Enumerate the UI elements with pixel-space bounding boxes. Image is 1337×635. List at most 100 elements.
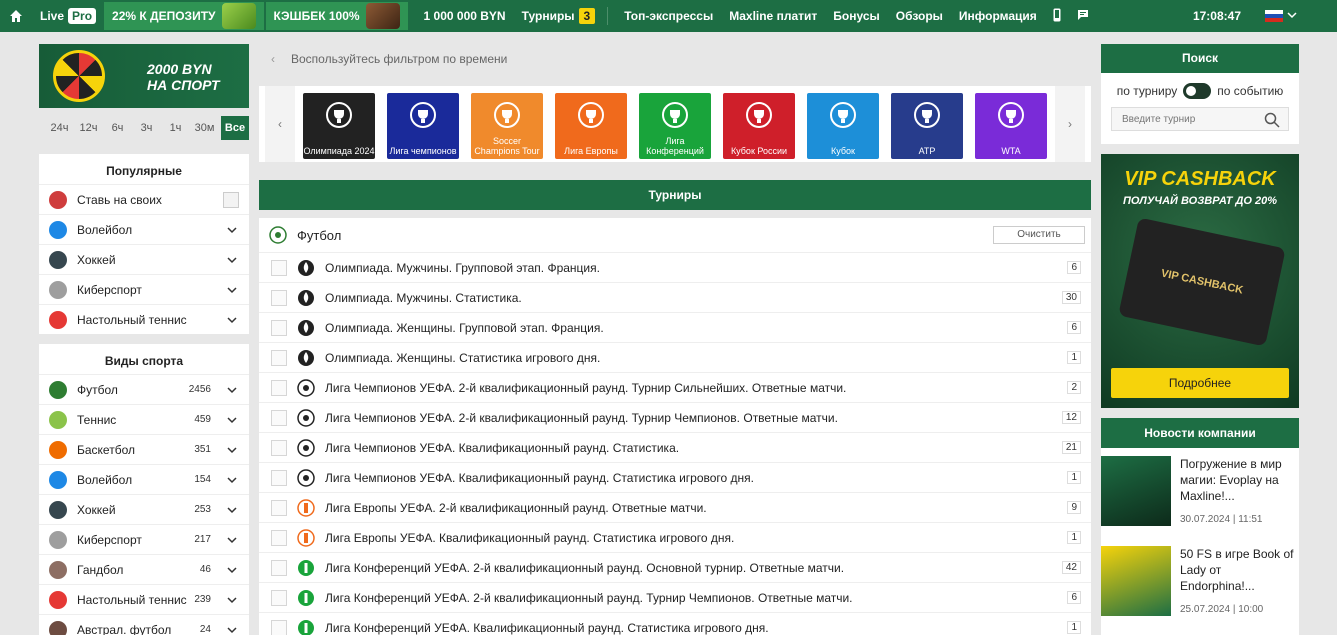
popular-item[interactable]: Ставь на своих — [39, 184, 249, 214]
tournament-row[interactable]: Лига Чемпионов УЕФА. Квалификационный ра… — [259, 462, 1091, 492]
chevron-down-icon[interactable] — [1287, 8, 1297, 22]
chevron-down-icon[interactable] — [227, 593, 237, 610]
tournament-checkbox[interactable] — [271, 499, 287, 516]
search-mode-switch[interactable] — [1183, 83, 1212, 99]
tournament-row[interactable]: Лига Конференций УЕФА. 2-й квалификацион… — [259, 582, 1091, 612]
sport-item[interactable]: Хоккей 253 — [39, 494, 249, 524]
time-filter-all[interactable]: Все — [221, 116, 249, 140]
tournament-row[interactable]: Олимпиада. Женщины. Групповой этап. Фран… — [259, 312, 1091, 342]
chevron-down-icon[interactable] — [227, 283, 237, 300]
tournaments-link[interactable]: Турниры 3 — [522, 8, 596, 24]
event-count-badge: 9 — [1067, 501, 1081, 514]
time-filter-option[interactable]: 24ч — [45, 122, 74, 134]
tournament-row[interactable]: Олимпиада. Мужчины. Статистика. 30 — [259, 282, 1091, 312]
sport-item[interactable]: Гандбол 46 — [39, 554, 249, 584]
chevron-down-icon[interactable] — [227, 253, 237, 270]
time-filter-option[interactable]: 1ч — [161, 122, 190, 134]
chevron-down-icon[interactable] — [227, 473, 237, 490]
tournament-checkbox[interactable] — [271, 379, 287, 396]
time-filter-option[interactable]: 6ч — [103, 122, 132, 134]
chevron-down-icon[interactable] — [227, 623, 237, 635]
tournament-search-input[interactable]: Введите турнир — [1111, 107, 1289, 131]
wheel-banner[interactable]: 2000 BYN НА СПОРТ — [39, 44, 249, 108]
tournament-tile[interactable]: Кубок — [807, 93, 879, 159]
clear-button[interactable]: Очистить — [993, 226, 1085, 244]
news-item[interactable]: 50 FS в игре Book of Lady от Endorphina!… — [1101, 538, 1299, 628]
tournament-checkbox[interactable] — [271, 319, 287, 336]
tournament-row[interactable]: Олимпиада. Мужчины. Групповой этап. Фран… — [259, 252, 1091, 282]
tournament-checkbox[interactable] — [271, 469, 287, 486]
sport-item[interactable]: Киберспорт 217 — [39, 524, 249, 554]
tournament-checkbox[interactable] — [271, 529, 287, 546]
sport-item[interactable]: Австрал. футбол 24 — [39, 614, 249, 635]
tournament-row[interactable]: Лига Чемпионов УЕФА. 2-й квалификационны… — [259, 402, 1091, 432]
chevron-down-icon[interactable] — [227, 383, 237, 400]
chevron-down-icon[interactable] — [227, 413, 237, 430]
popular-item[interactable]: Настольный теннис — [39, 304, 249, 334]
cashback-promo-button[interactable]: КЭШБЕК 100% — [265, 2, 408, 30]
home-icon[interactable] — [0, 0, 32, 32]
time-filter-option[interactable]: 12ч — [74, 122, 103, 134]
favorite-checkbox[interactable] — [223, 191, 239, 208]
top-express-link[interactable]: Топ-экспрессы — [624, 9, 713, 23]
popular-item[interactable]: Волейбол — [39, 214, 249, 244]
reviews-link[interactable]: Обзоры — [896, 9, 943, 23]
tournament-tile[interactable]: Кубок России — [723, 93, 795, 159]
chevron-down-icon[interactable] — [227, 503, 237, 520]
russia-flag-icon[interactable] — [1265, 10, 1283, 22]
tournament-checkbox[interactable] — [271, 559, 287, 576]
vip-cashback-banner[interactable]: VIP CASHBACK ПОЛУЧАЙ ВОЗВРАТ ДО 20% VIP … — [1101, 154, 1299, 408]
carousel-next-arrow-icon[interactable]: › — [1055, 86, 1085, 162]
tournament-checkbox[interactable] — [271, 409, 287, 426]
chevron-down-icon[interactable] — [227, 223, 237, 240]
more-button[interactable]: Подробнее — [1111, 368, 1289, 398]
tournament-tile[interactable]: Лига Европы — [555, 93, 627, 159]
search-icon[interactable] — [1264, 112, 1280, 128]
carousel-prev-arrow-icon[interactable]: ‹ — [265, 86, 295, 162]
tournament-checkbox[interactable] — [271, 349, 287, 366]
deposit-promo-button[interactable]: 22% К ДЕПОЗИТУ — [104, 2, 264, 30]
tournament-row[interactable]: Лига Европы УЕФА. Квалификационный раунд… — [259, 522, 1091, 552]
popular-item[interactable]: Киберспорт — [39, 274, 249, 304]
by-event-label[interactable]: по событию — [1217, 84, 1283, 98]
info-link[interactable]: Информация — [959, 9, 1037, 23]
chevron-down-icon[interactable] — [227, 533, 237, 550]
tournament-row[interactable]: Олимпиада. Женщины. Статистика игрового … — [259, 342, 1091, 372]
chevron-down-icon[interactable] — [227, 563, 237, 580]
sport-item[interactable]: Настольный теннис 239 — [39, 584, 249, 614]
tournament-row[interactable]: Лига Конференций УЕФА. Квалификационный … — [259, 612, 1091, 635]
chevron-down-icon[interactable] — [227, 313, 237, 330]
tournament-checkbox[interactable] — [271, 589, 287, 606]
tournament-tile[interactable]: ATP — [891, 93, 963, 159]
tournament-tile[interactable]: Лига чемпионов — [387, 93, 459, 159]
sport-item[interactable]: Теннис 459 — [39, 404, 249, 434]
time-filter-option[interactable]: 30м — [190, 122, 219, 134]
tournament-checkbox[interactable] — [271, 619, 287, 635]
mobile-app-icon[interactable] — [1053, 8, 1061, 25]
jackpot-link[interactable]: 1 000 000 BYN — [424, 9, 506, 23]
tournament-tile[interactable]: Soccer Champions Tour — [471, 93, 543, 159]
tournament-row[interactable]: Лига Чемпионов УЕФА. Квалификационный ра… — [259, 432, 1091, 462]
tournament-checkbox[interactable] — [271, 259, 287, 276]
tournament-tile[interactable]: Олимпиада 2024 — [303, 93, 375, 159]
popular-item[interactable]: Хоккей — [39, 244, 249, 274]
by-tournament-label[interactable]: по турниру — [1117, 84, 1178, 98]
chat-icon[interactable] — [1077, 9, 1089, 24]
time-filter-option[interactable]: 3ч — [132, 122, 161, 134]
sport-item[interactable]: Футбол 2456 — [39, 374, 249, 404]
live-pro-link[interactable]: Live Pro — [40, 8, 97, 24]
tournament-row[interactable]: Лига Конференций УЕФА. 2-й квалификацион… — [259, 552, 1091, 582]
chevron-down-icon[interactable] — [227, 443, 237, 460]
tournament-checkbox[interactable] — [271, 439, 287, 456]
chevron-left-icon[interactable]: ‹ — [271, 52, 275, 66]
tournament-tile[interactable]: WTA — [975, 93, 1047, 159]
sport-item[interactable]: Волейбол 154 — [39, 464, 249, 494]
tournament-row[interactable]: Лига Чемпионов УЕФА. 2-й квалификационны… — [259, 372, 1091, 402]
tournament-row[interactable]: Лига Европы УЕФА. 2-й квалификационный р… — [259, 492, 1091, 522]
sport-item[interactable]: Баскетбол 351 — [39, 434, 249, 464]
news-item[interactable]: Погружение в мир магии: Evoplay на Maxli… — [1101, 448, 1299, 538]
maxline-pays-link[interactable]: Maxline платит — [729, 9, 817, 23]
tournament-tile[interactable]: Лига Конференций — [639, 93, 711, 159]
tournament-checkbox[interactable] — [271, 289, 287, 306]
bonuses-link[interactable]: Бонусы — [833, 9, 880, 23]
